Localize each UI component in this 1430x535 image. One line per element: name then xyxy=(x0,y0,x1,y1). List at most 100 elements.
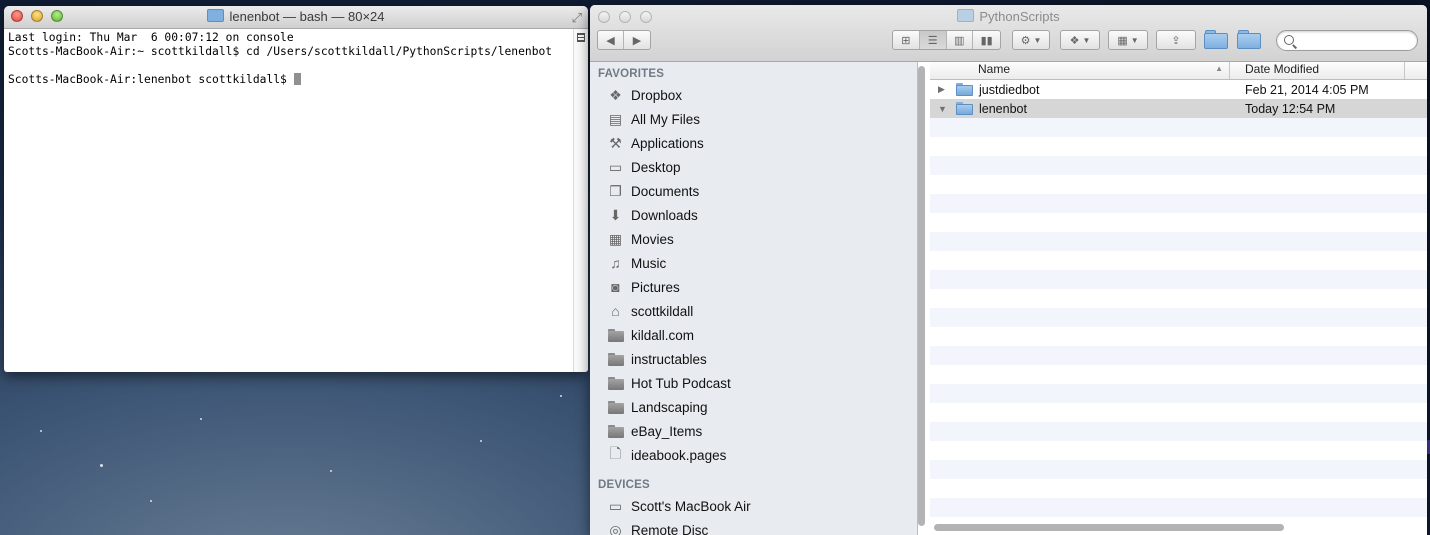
sidebar-item-documents[interactable]: ❐ Documents xyxy=(590,179,917,203)
terminal-output[interactable]: Last login: Thu Mar 6 00:07:12 on consol… xyxy=(8,31,572,372)
disclosure-triangle-icon[interactable]: ▼ xyxy=(938,104,948,114)
sidebar-item-music[interactable]: ♫ Music xyxy=(590,251,917,275)
sidebar-item-remote-disc[interactable]: ◎ Remote Disc xyxy=(590,518,917,535)
finder-window: PythonScripts ◀ ▶ ⊞ ☰ ▥ ▮▮ ⚙▼ ❖▼ ▦▼ ⇪ xyxy=(590,5,1427,535)
search-icon xyxy=(1284,35,1294,45)
sidebar-scrollbar[interactable] xyxy=(918,62,926,527)
sidebar-item-ebay-items[interactable]: eBay_Items xyxy=(590,419,917,443)
empty-row xyxy=(930,270,1427,289)
fullscreen-icon[interactable]: ⤢ xyxy=(572,10,582,26)
icon-view-icon: ⊞ xyxy=(901,34,911,47)
list-header: Name ▲ Date Modified xyxy=(930,62,1427,80)
terminal-scrollbar[interactable] xyxy=(573,29,588,372)
empty-row xyxy=(930,308,1427,327)
scroll-thumb[interactable] xyxy=(918,66,925,526)
sort-ascending-icon: ▲ xyxy=(1215,64,1223,73)
music-icon: ♫ xyxy=(610,255,621,271)
empty-row xyxy=(930,441,1427,460)
column-view-button[interactable]: ▥ xyxy=(947,31,974,49)
arrange-menu-button[interactable]: ▦ ▼ xyxy=(1108,30,1148,50)
folder-icon xyxy=(956,102,973,115)
folder-icon xyxy=(607,375,624,392)
forward-button[interactable]: ▶ xyxy=(624,31,650,49)
finder-sidebar: FAVORITES ❖ Dropbox ▤ All My Files ⚒ Applic… xyxy=(590,62,918,535)
chevron-down-icon: ▼ xyxy=(1033,35,1042,45)
empty-row xyxy=(930,232,1427,251)
back-arrow-icon: ◀ xyxy=(606,34,615,47)
disclosure-triangle-icon[interactable]: ▶ xyxy=(938,84,948,95)
chevron-down-icon: ▼ xyxy=(1082,35,1091,45)
disc-icon: ◎ xyxy=(609,521,622,535)
sidebar-section-devices: DEVICES xyxy=(598,479,650,491)
movies-icon: ▦ xyxy=(608,230,623,247)
sidebar-item-applications[interactable]: ⚒ Applications xyxy=(590,131,917,155)
horizontal-scrollbar[interactable] xyxy=(934,524,1284,531)
folder-button[interactable] xyxy=(1237,30,1262,49)
column-view-icon: ▥ xyxy=(954,34,965,47)
sidebar-item-desktop[interactable]: ▭ Desktop xyxy=(590,155,917,179)
view-mode-control: ⊞ ☰ ▥ ▮▮ xyxy=(892,30,1001,50)
sidebar-item-instructables[interactable]: instructables xyxy=(590,347,917,371)
laptop-icon: ▭ xyxy=(608,497,623,514)
sidebar-item-home[interactable]: ⌂ scottkildall xyxy=(590,299,917,323)
applications-icon: ⚒ xyxy=(609,134,622,151)
file-row-justdiedbot[interactable]: ▶ justdiedbot Feb 21, 2014 4:05 PM xyxy=(930,80,1427,99)
sidebar-item-movies[interactable]: ▦ Movies xyxy=(590,227,917,251)
empty-row xyxy=(930,327,1427,346)
desktop-icon: ▭ xyxy=(608,158,623,175)
empty-row xyxy=(930,346,1427,365)
sidebar-item-dropbox[interactable]: ❖ Dropbox xyxy=(590,83,917,107)
sidebar-item-pictures[interactable]: ◙ Pictures xyxy=(590,275,917,299)
sidebar-item-hot-tub-podcast[interactable]: Hot Tub Podcast xyxy=(590,371,917,395)
window-title: PythonScripts xyxy=(590,9,1427,24)
coverflow-view-button[interactable]: ▮▮ xyxy=(973,31,1000,49)
folder-icon xyxy=(956,83,973,96)
sidebar-item-kildall-com[interactable]: kildall.com xyxy=(590,323,917,347)
back-forward-control: ◀ ▶ xyxy=(597,30,651,50)
share-button[interactable]: ⇪ xyxy=(1156,30,1196,50)
terminal-window: lenenbot — bash — 80×24 ⤢ Last login: Th… xyxy=(4,6,588,372)
list-view-button[interactable]: ☰ xyxy=(919,31,947,49)
new-folder-button[interactable] xyxy=(1204,30,1229,49)
terminal-prompt-line: Scotts-MacBook-Air:lenenbot scottkildall… xyxy=(8,73,572,87)
icon-view-button[interactable]: ⊞ xyxy=(893,31,920,49)
empty-row-stripes xyxy=(930,118,1427,535)
column-header-name[interactable]: Name ▲ xyxy=(930,62,1230,79)
folder-icon xyxy=(957,9,975,22)
folder-icon xyxy=(607,351,624,368)
column-header-date-modified[interactable]: Date Modified xyxy=(1230,62,1405,79)
dropbox-menu-button[interactable]: ❖ ▼ xyxy=(1060,30,1100,50)
empty-row xyxy=(930,365,1427,384)
sidebar-item-macbook[interactable]: ▭ Scott's MacBook Air xyxy=(590,494,917,518)
document-icon: 🗋 xyxy=(609,445,622,461)
pictures-icon: ◙ xyxy=(611,279,620,295)
sidebar-item-landscaping[interactable]: Landscaping xyxy=(590,395,917,419)
empty-row xyxy=(930,460,1427,479)
terminal-line: Last login: Thu Mar 6 00:07:12 on consol… xyxy=(8,31,294,44)
terminal-titlebar[interactable]: lenenbot — bash — 80×24 ⤢ xyxy=(4,6,588,29)
scroll-handle-icon[interactable] xyxy=(577,33,585,42)
file-row-lenenbot[interactable]: ▼ lenenbot Today 12:54 PM xyxy=(930,99,1427,118)
empty-row xyxy=(930,156,1427,175)
back-button[interactable]: ◀ xyxy=(598,31,625,49)
dropbox-icon: ❖ xyxy=(1069,34,1080,47)
terminal-line: Scotts-MacBook-Air:~ scottkildall$ cd /U… xyxy=(8,45,553,58)
gear-icon: ⚙ xyxy=(1020,34,1031,47)
empty-row xyxy=(930,137,1427,156)
empty-row xyxy=(930,479,1427,498)
action-menu-button[interactable]: ⚙ ▼ xyxy=(1012,30,1050,50)
sidebar-item-downloads[interactable]: ⬇ Downloads xyxy=(590,203,917,227)
empty-row xyxy=(930,213,1427,232)
search-input[interactable] xyxy=(1276,30,1418,51)
file-list: Name ▲ Date Modified ▶ justdiedbot Feb 21… xyxy=(930,62,1427,535)
folder-icon xyxy=(607,327,624,344)
folder-icon xyxy=(207,9,225,22)
chevron-down-icon: ▼ xyxy=(1130,35,1139,45)
list-view-icon: ☰ xyxy=(927,34,938,47)
sidebar-item-all-my-files[interactable]: ▤ All My Files xyxy=(590,107,917,131)
folder-icon xyxy=(607,399,624,416)
home-icon: ⌂ xyxy=(611,303,620,319)
sidebar-item-ideabook[interactable]: 🗋 ideabook.pages xyxy=(590,443,917,467)
text-cursor xyxy=(293,73,301,85)
